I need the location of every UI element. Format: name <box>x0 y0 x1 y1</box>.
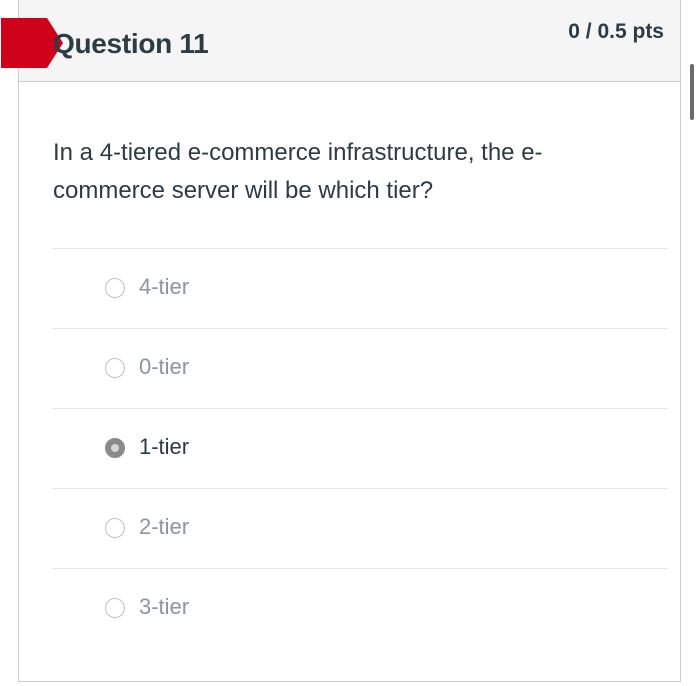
answer-option-selected[interactable]: 1-tier <box>53 408 667 488</box>
radio-button-selected[interactable] <box>105 438 125 458</box>
scrollbar[interactable] <box>690 64 694 120</box>
question-text: In a 4-tiered e-commerce infrastructure,… <box>53 139 543 204</box>
question-title: Question 11 <box>53 28 209 59</box>
radio-button[interactable] <box>105 358 125 378</box>
answer-option[interactable]: 2-tier <box>53 488 667 568</box>
answer-label: 4-tier <box>139 274 190 299</box>
answer-label: 0-tier <box>139 354 190 379</box>
answer-list: 4-tier 0-tier 1-tier 2-tier 3-tier <box>53 248 667 648</box>
answer-label: 3-tier <box>139 594 190 619</box>
radio-button[interactable] <box>105 598 125 618</box>
answer-option[interactable]: 3-tier <box>53 568 667 648</box>
answer-option[interactable]: 4-tier <box>53 248 667 328</box>
answer-label: 1-tier <box>139 434 190 459</box>
radio-button[interactable] <box>105 518 125 538</box>
points-score: 0 / 0.5 pts <box>568 20 664 43</box>
answer-label: 2-tier <box>139 514 190 539</box>
radio-button[interactable] <box>105 278 125 298</box>
question-header: Question 11 0 / 0.5 pts <box>1 0 680 82</box>
answer-option[interactable]: 0-tier <box>53 328 667 408</box>
question-card: Question 11 0 / 0.5 pts In a 4-tiered e-… <box>1 0 681 682</box>
